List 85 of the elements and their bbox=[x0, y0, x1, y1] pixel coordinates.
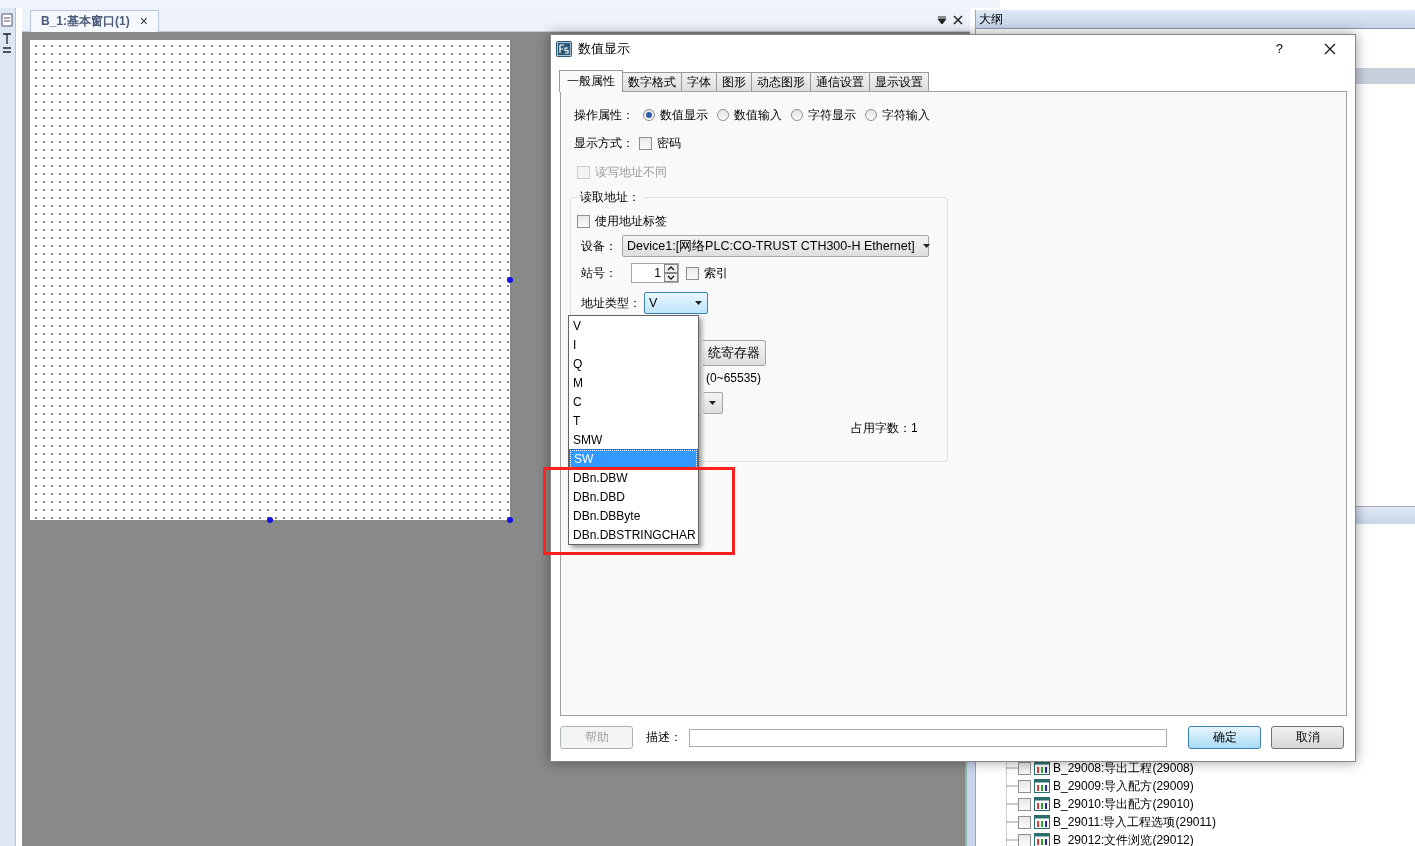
list-option[interactable]: C bbox=[570, 393, 697, 412]
option-label: 字符显示 bbox=[808, 107, 856, 123]
tree-line bbox=[1006, 777, 1018, 795]
list-option[interactable]: V bbox=[570, 317, 697, 336]
field-label: 设备： bbox=[581, 238, 617, 254]
checkbox-label: 密码 bbox=[657, 135, 681, 151]
caret-icon bbox=[695, 301, 702, 305]
checkbox-label: 使用地址标签 bbox=[595, 213, 667, 229]
help-button[interactable]: ? bbox=[1275, 41, 1283, 57]
dropdown-icon[interactable] bbox=[937, 15, 947, 25]
list-option[interactable]: Q bbox=[570, 355, 697, 374]
resize-handle[interactable] bbox=[507, 517, 513, 523]
list-option[interactable]: T bbox=[570, 412, 697, 431]
resize-handle[interactable] bbox=[507, 277, 513, 283]
tab[interactable]: 字体 bbox=[681, 72, 717, 91]
radio-button[interactable] bbox=[865, 109, 877, 121]
window-icon bbox=[1034, 815, 1050, 829]
tab[interactable]: 图形 bbox=[716, 72, 752, 91]
description-field[interactable] bbox=[689, 728, 1167, 747]
spin-arrows-icon[interactable] bbox=[664, 264, 678, 282]
tree-item[interactable]: B_29012:文件浏览(29012) bbox=[1053, 832, 1194, 846]
panel-header bbox=[1356, 506, 1415, 524]
list-option[interactable]: DBn.DBD bbox=[570, 488, 697, 507]
dropdown-button[interactable] bbox=[703, 392, 723, 414]
close-icon[interactable] bbox=[1324, 43, 1336, 55]
tab-label: B_1:基本窗口(1) bbox=[41, 14, 130, 29]
list-option[interactable]: DBn.DBSTRINGCHAR bbox=[570, 526, 697, 545]
window-icon bbox=[1034, 797, 1050, 811]
option-label: 数值显示 bbox=[660, 107, 708, 123]
tree-item[interactable]: B_29010:导出配方(29010) bbox=[1053, 796, 1194, 812]
app-icon bbox=[556, 41, 572, 57]
checkbox-label: 索引 bbox=[704, 265, 728, 281]
tab[interactable]: 通信设置 bbox=[810, 72, 870, 91]
ok-button[interactable]: 确定 bbox=[1188, 726, 1261, 749]
caret-icon bbox=[922, 244, 930, 248]
tab[interactable]: 显示设置 bbox=[869, 72, 929, 91]
checkbox[interactable] bbox=[577, 214, 590, 228]
tab[interactable]: 数字格式 bbox=[622, 72, 682, 91]
tree-item[interactable]: B_29008:导出工程(29008) bbox=[1053, 760, 1194, 776]
radio-button[interactable] bbox=[643, 109, 655, 121]
tree-line bbox=[1006, 759, 1018, 777]
checkbox[interactable] bbox=[639, 136, 652, 150]
dropdown-value: Device1:[网络PLC:CO-TRUST CTH300-H Ethernet] bbox=[627, 238, 915, 254]
option-label: 数值输入 bbox=[734, 107, 782, 123]
address-type-dropdown[interactable]: V bbox=[644, 292, 708, 314]
window-icon bbox=[1034, 779, 1050, 793]
tree-line bbox=[1006, 795, 1018, 813]
range-text: (0~65535) bbox=[706, 370, 762, 386]
field-label: 操作属性： bbox=[574, 107, 634, 123]
dropdown-value: V bbox=[649, 295, 658, 311]
tab[interactable]: 动态图形 bbox=[751, 72, 811, 91]
field-label: 地址类型： bbox=[581, 295, 641, 311]
tree-line bbox=[1006, 831, 1018, 846]
panel-title: 大纲 bbox=[976, 10, 1415, 29]
field-label: 描述： bbox=[646, 730, 682, 745]
group-title: 读取地址： bbox=[577, 190, 643, 205]
panel-row bbox=[1356, 68, 1415, 84]
option-label: 字符输入 bbox=[882, 107, 930, 123]
close-icon[interactable] bbox=[953, 15, 963, 25]
word-count: 占用字数：1 bbox=[851, 420, 918, 436]
list-option[interactable]: I bbox=[570, 336, 697, 355]
tab[interactable]: 一般属性 bbox=[559, 70, 623, 92]
close-button[interactable]: × bbox=[139, 13, 148, 30]
device-dropdown[interactable]: Device1:[网络PLC:CO-TRUST CTH300-H Ethernet] bbox=[622, 235, 929, 257]
list-option[interactable]: DBn.DBByte bbox=[570, 507, 697, 526]
list-option[interactable]: SMW bbox=[570, 431, 697, 450]
document-tab[interactable]: B_1:基本窗口(1) × bbox=[30, 10, 159, 32]
tree-item[interactable]: B_29011:导入工程选项(29011) bbox=[1053, 814, 1216, 830]
number-spinner[interactable]: 1 bbox=[631, 263, 679, 283]
system-register-button[interactable]: 统寄存器 bbox=[703, 340, 766, 366]
field-label: 显示方式： bbox=[574, 135, 634, 151]
caret-icon bbox=[709, 401, 716, 405]
side-toolbar-icon[interactable] bbox=[1, 12, 13, 56]
radio-button[interactable] bbox=[791, 109, 803, 121]
tree-item[interactable]: B_29009:导入配方(29009) bbox=[1053, 778, 1194, 794]
tree-line bbox=[1006, 813, 1018, 831]
radio-button[interactable] bbox=[717, 109, 729, 121]
checkbox[interactable] bbox=[686, 266, 699, 280]
checkbox-label: 读写地址不同 bbox=[595, 164, 667, 180]
list-option[interactable]: M bbox=[570, 374, 697, 393]
cancel-button[interactable]: 取消 bbox=[1271, 726, 1344, 749]
spinner-value: 1 bbox=[654, 265, 661, 281]
resize-handle[interactable] bbox=[267, 517, 273, 523]
dialog-title: 数值显示 bbox=[578, 41, 630, 57]
field-label: 站号： bbox=[581, 265, 617, 281]
